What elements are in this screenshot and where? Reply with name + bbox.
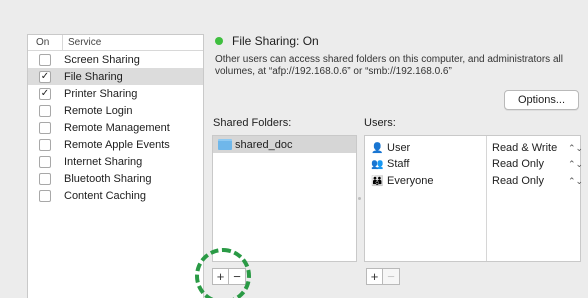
service-label: Remote Apple Events [64,138,170,151]
single-user-icon: 👤 [371,142,384,154]
column-header-service[interactable]: Service [62,35,101,50]
shared-folders-label: Shared Folders: [213,117,292,129]
user-row-user[interactable]: 👤 User Read & Write ⌃⌄ [365,140,583,156]
folder-icon [218,139,232,150]
service-checkbox[interactable] [39,189,51,202]
service-checkbox[interactable]: ✓ [39,87,51,100]
shared-folder-name: shared_doc [235,138,293,151]
sharing-status: File Sharing: On [215,34,319,48]
service-list-header: On Service [28,35,203,51]
service-checkbox[interactable] [39,138,51,151]
permission-stepper-icon[interactable]: ⌃⌄ [568,176,583,187]
service-label: Printer Sharing [64,87,138,100]
users-label: Users: [364,117,396,129]
service-label: Internet Sharing [64,155,143,168]
user-name: Staff [387,158,410,170]
service-row-internet-sharing[interactable]: Internet Sharing [28,153,203,170]
service-checkbox[interactable]: ✓ [39,70,51,83]
group-icon: 👥 [371,158,384,170]
service-row-screen-sharing[interactable]: Screen Sharing [28,51,203,68]
service-checkbox[interactable] [39,104,51,117]
service-checkbox[interactable] [39,121,51,134]
splitter-handle[interactable] [358,197,361,200]
status-text: File Sharing: On [232,34,319,48]
user-name: Everyone [387,175,434,187]
user-row-everyone[interactable]: 👪 Everyone Read Only ⌃⌄ [365,173,583,189]
service-label: Bluetooth Sharing [64,172,152,185]
service-row-content-caching[interactable]: Content Caching [28,187,203,204]
shared-folder-item[interactable]: shared_doc [213,136,356,153]
permission-stepper-icon[interactable]: ⌃⌄ [568,159,583,170]
service-label: Remote Management [64,121,170,134]
status-description: Other users can access shared folders on… [215,54,563,77]
options-button[interactable]: Options... [504,90,579,110]
user-name: User [387,142,411,154]
service-row-remote-management[interactable]: Remote Management [28,119,203,136]
users-add-remove: + − [366,268,400,285]
service-checkbox[interactable] [39,172,51,185]
service-row-bluetooth-sharing[interactable]: Bluetooth Sharing [28,170,203,187]
shared-folders-list[interactable]: shared_doc [212,135,357,262]
service-label: Remote Login [64,104,133,117]
permission-stepper-icon[interactable]: ⌃⌄ [568,143,583,154]
user-row-staff[interactable]: 👥 Staff Read Only ⌃⌄ [365,156,583,172]
permission-value[interactable]: Read Only [492,158,544,170]
status-indicator-icon [215,37,223,45]
service-row-printer-sharing[interactable]: ✓ Printer Sharing [28,85,203,102]
permission-value[interactable]: Read & Write [492,142,557,154]
service-checkbox[interactable] [39,155,51,168]
add-user-button[interactable]: + [366,268,383,285]
column-header-on[interactable]: On [28,37,62,48]
service-row-remote-login[interactable]: Remote Login [28,102,203,119]
service-label: Screen Sharing [64,53,140,66]
highlight-circle-annotation [195,248,251,298]
everyone-icon: 👪 [371,175,384,187]
service-checkbox[interactable] [39,53,51,66]
service-list: On Service Screen Sharing ✓ File Sharing… [27,34,204,298]
remove-user-button[interactable]: − [383,268,400,285]
service-row-remote-apple-events[interactable]: Remote Apple Events [28,136,203,153]
service-label: Content Caching [64,189,146,202]
service-row-file-sharing[interactable]: ✓ File Sharing [28,68,203,85]
permission-value[interactable]: Read Only [492,175,544,187]
users-list[interactable]: 👤 User Read & Write ⌃⌄ 👥 Staff Read Only… [364,135,583,262]
service-label: File Sharing [64,70,123,83]
